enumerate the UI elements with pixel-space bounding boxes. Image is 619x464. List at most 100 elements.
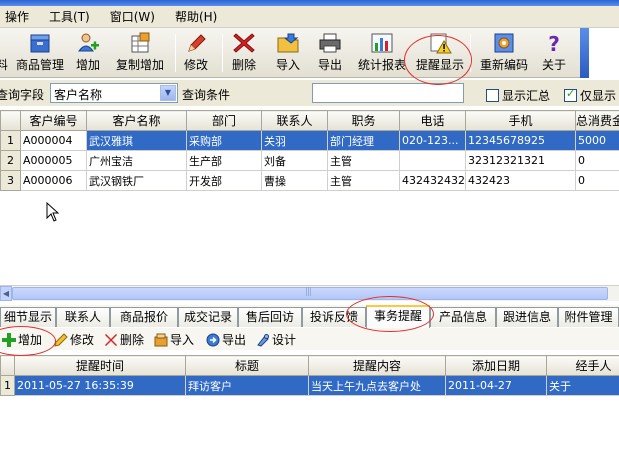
query-field-select[interactable]: 客户名称 ▼ — [50, 83, 178, 103]
table-cell[interactable]: 020-123... — [399, 130, 466, 151]
tab-product-quote[interactable]: 商品报价 — [110, 307, 178, 327]
reminder-design-button[interactable]: 设计 — [256, 331, 296, 348]
reminder-export-button[interactable]: 导出 — [206, 331, 246, 348]
tab-after-sales[interactable]: 售后回访 — [238, 307, 302, 327]
add-button[interactable]: 增加 — [72, 32, 104, 76]
table-cell[interactable]: 432432432 — [399, 170, 466, 191]
recode-button[interactable]: 重新编码 — [478, 32, 530, 76]
menu-help[interactable]: 帮助(H) — [175, 8, 217, 25]
table-cell[interactable]: 部门经理 — [327, 130, 400, 151]
horizontal-scrollbar[interactable]: ◀ — [0, 285, 619, 301]
column-header[interactable]: 部门 — [186, 110, 262, 131]
table-row[interactable]: 3 A000006 武汉钢铁厂 开发部 曹操 主管 432432432 4324… — [0, 170, 619, 191]
toolbar-chevron[interactable] — [580, 28, 589, 78]
table-cell[interactable]: 刘备 — [261, 150, 328, 171]
tab-attachments[interactable]: 附件管理 — [558, 307, 619, 327]
row-number: 1 — [0, 375, 15, 396]
reminder-add-button[interactable]: 增加 — [2, 331, 42, 348]
tab-reminders[interactable]: 事务提醒 — [366, 305, 430, 328]
column-header[interactable]: 提醒时间 — [14, 355, 186, 376]
table-cell[interactable]: 关羽 — [261, 130, 328, 151]
table-cell[interactable]: 0 — [575, 170, 619, 191]
table-cell[interactable]: 采购部 — [186, 130, 262, 151]
column-header[interactable]: 联系人 — [261, 110, 328, 131]
add-user-icon — [78, 33, 99, 52]
table-cell[interactable]: 广州宝洁 — [86, 150, 187, 171]
table-cell[interactable]: 曹操 — [261, 170, 328, 191]
column-header[interactable]: 总消费金 — [575, 110, 619, 131]
menu-window[interactable]: 窗口(W) — [110, 8, 155, 25]
copy-add-button[interactable]: 复制增加 — [112, 32, 168, 76]
menu-tools[interactable]: 工具(T) — [49, 8, 90, 25]
table-row[interactable]: 1 2011-05-27 16:35:39 拜访客户 当天上午九点去客户处 20… — [0, 375, 619, 396]
about-button[interactable]: ? 关于 — [538, 32, 570, 76]
toolbar-partial-button[interactable]: 料 — [0, 32, 9, 76]
partial-icon — [0, 32, 7, 54]
column-header[interactable]: 客户编号 — [20, 110, 87, 131]
table-row[interactable]: 1 A000004 武汉雅琪 采购部 关羽 部门经理 020-123... 12… — [0, 130, 619, 151]
table-cell[interactable]: 武汉钢铁厂 — [86, 170, 187, 191]
table-cell[interactable]: 武汉雅琪 — [86, 130, 187, 151]
reminder-import-button[interactable]: 导入 — [154, 331, 194, 348]
table-cell[interactable]: 2011-04-27 — [445, 375, 547, 396]
table-cell[interactable]: 432423 — [465, 170, 576, 191]
table-cell[interactable]: 12345678925 — [465, 130, 576, 151]
tab-deal-records[interactable]: 成交记录 — [178, 307, 238, 327]
table-cell[interactable]: 32312321321 — [465, 150, 576, 171]
table-row[interactable]: 2 A000005 广州宝洁 生产部 刘备 主管 32312321321 0 — [0, 150, 619, 171]
table-cell[interactable]: 关于 — [546, 375, 619, 396]
table-cell[interactable]: A000006 — [20, 170, 87, 191]
table-cell[interactable] — [399, 150, 466, 171]
table-cell[interactable]: 主管 — [327, 150, 400, 171]
edit-icon — [54, 332, 68, 347]
customer-table: 客户编号 客户名称 部门 联系人 职务 电话 手机 总消费金 1 A000004… — [0, 110, 619, 191]
column-header[interactable]: 提醒内容 — [308, 355, 446, 376]
column-header[interactable]: 手机 — [465, 110, 576, 131]
column-header[interactable]: 添加日期 — [445, 355, 547, 376]
tab-follow-up[interactable]: 跟进信息 — [496, 307, 558, 327]
reminder-delete-button[interactable]: 删除 — [104, 331, 144, 348]
column-header[interactable]: 职务 — [327, 110, 400, 131]
table-cell[interactable]: A000004 — [20, 130, 87, 151]
table-cell[interactable]: 2011-05-27 16:35:39 — [14, 375, 186, 396]
table-cell[interactable]: 主管 — [327, 170, 400, 191]
column-header[interactable]: 标题 — [185, 355, 309, 376]
edit-button[interactable]: 修改 — [180, 32, 212, 76]
import-button[interactable]: 导入 — [272, 32, 304, 76]
only-show-checkbox[interactable]: 仅显示 — [564, 87, 616, 104]
table-cell[interactable]: 0 — [575, 150, 619, 171]
tab-detail-display[interactable]: 细节显示 — [0, 307, 56, 327]
reminder-display-button[interactable]: 提醒显示 — [414, 32, 466, 76]
table-header-row: 客户编号 客户名称 部门 联系人 职务 电话 手机 总消费金 — [0, 110, 619, 131]
table-cell[interactable]: 生产部 — [186, 150, 262, 171]
reminder-edit-button[interactable]: 修改 — [54, 331, 94, 348]
design-icon — [257, 333, 269, 347]
table-cell[interactable]: 开发部 — [186, 170, 262, 191]
import-icon — [154, 333, 168, 346]
add-icon — [2, 332, 16, 347]
tab-complaints[interactable]: 投诉反馈 — [302, 307, 366, 327]
menu-operate[interactable]: 操作 — [5, 8, 29, 25]
column-header[interactable]: 客户名称 — [86, 110, 187, 131]
product-manage-button[interactable]: 商品管理 — [14, 32, 66, 76]
query-field-label: 查询字段 — [0, 88, 45, 102]
scroll-left-arrow-icon[interactable]: ◀ — [0, 286, 12, 301]
checkbox-box[interactable] — [486, 89, 499, 102]
column-header[interactable]: 经手人 — [546, 355, 619, 376]
checkbox-box-checked[interactable] — [564, 87, 577, 102]
column-header[interactable]: 电话 — [399, 110, 466, 131]
scrollbar-thumb[interactable] — [12, 287, 608, 300]
export-button[interactable]: 导出 — [314, 32, 346, 76]
table-cell[interactable]: 当天上午九点去客户处 — [308, 375, 446, 396]
export-printer-icon — [319, 33, 341, 53]
statistics-report-button[interactable]: 统计报表 — [356, 32, 408, 76]
table-cell[interactable]: 5000 — [575, 130, 619, 151]
table-cell[interactable]: A000005 — [20, 150, 87, 171]
table-cell[interactable]: 拜访客户 — [185, 375, 309, 396]
tab-contacts[interactable]: 联系人 — [56, 307, 110, 327]
query-condition-input[interactable] — [312, 83, 464, 103]
tab-product-info[interactable]: 产品信息 — [430, 307, 496, 327]
show-summary-checkbox[interactable]: 显示汇总 — [486, 87, 550, 104]
delete-button[interactable]: 删除 — [228, 32, 260, 76]
chevron-down-icon[interactable]: ▼ — [160, 85, 176, 101]
